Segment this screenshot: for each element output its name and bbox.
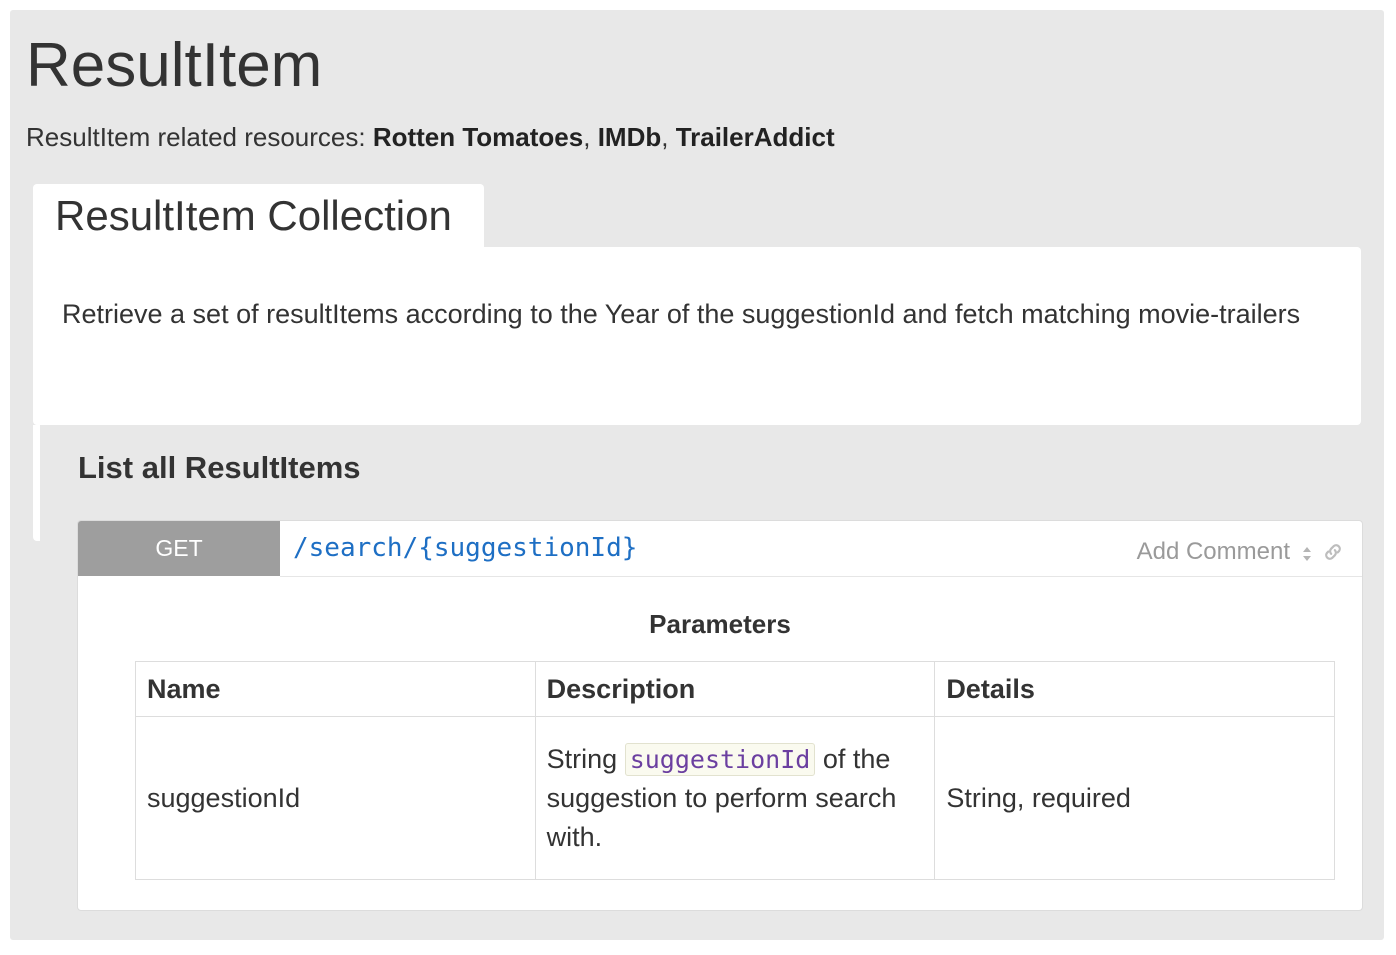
link-icon[interactable] [1322,541,1344,563]
parameter-description-prefix: String [546,743,625,774]
column-header-name: Name [135,661,536,717]
resource-uri: /search/{suggestionId} [293,533,638,563]
http-method-badge: GET [78,521,280,576]
related-separator: , [661,122,676,152]
collection-border-strip [33,425,40,541]
add-comment-button[interactable]: Add Comment [1137,538,1290,566]
column-header-details: Details [934,661,1335,717]
parameters-table: Name Description Details suggestionId St… [135,661,1335,880]
action-title: List all ResultItems [78,450,361,485]
related-resources-label: ResultItem related resources: [26,122,373,152]
resource-group-container: ResultItem ResultItem related resources:… [10,10,1384,940]
parameter-code: suggestionId [624,742,816,776]
related-link-rotten-tomatoes[interactable]: Rotten Tomatoes [373,122,583,152]
related-separator: , [583,122,598,152]
related-link-imdb[interactable]: IMDb [598,122,662,152]
sort-icon[interactable] [1302,545,1312,563]
card-header-divider [280,576,1362,577]
parameter-name: suggestionId [135,716,536,880]
table-row: suggestionId String suggestionId of the … [135,716,1335,880]
related-link-traileraddict[interactable]: TrailerAddict [676,122,835,152]
parameter-description: String suggestionId of the suggestion to… [534,716,936,880]
collection-title: ResultItem Collection [55,192,452,239]
related-resources: ResultItem related resources: Rotten Tom… [26,122,835,153]
parameters-heading: Parameters [649,609,791,639]
page-title: ResultItem [26,31,323,100]
collection-description-panel: Retrieve a set of resultItems according … [33,247,1361,425]
parameter-details: String, required [934,716,1335,880]
action-request-card: GET /search/{suggestionId} Add Comment P… [77,520,1363,911]
table-header-row: Name Description Details [135,661,1335,717]
collection-description: Retrieve a set of resultItems according … [62,299,1301,329]
column-header-description: Description [534,661,936,717]
